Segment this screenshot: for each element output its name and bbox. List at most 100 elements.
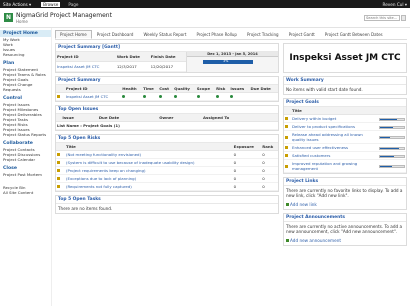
risk-exposure: 0: [232, 174, 262, 183]
goal-row[interactable]: Improved reputation and growing manageme…: [284, 159, 406, 173]
webpart-title[interactable]: Work Summary: [284, 77, 406, 85]
goal-title[interactable]: Improved reputation and growing manageme…: [291, 159, 378, 173]
webpart-title[interactable]: Top 5 Open Risks: [56, 135, 278, 143]
page-tab[interactable]: Project Tracking: [242, 30, 284, 39]
col-header: Cost: [158, 85, 174, 93]
nav-section-heading[interactable]: Close: [3, 166, 48, 171]
risks-webpart: Top 5 Open Risks Title Exposure Rank (Not m…: [55, 134, 279, 192]
risk-exposure: 0: [232, 182, 262, 191]
health-indicator: [122, 95, 126, 98]
add-announcement-label: Add new announcement: [290, 238, 341, 243]
risk-row[interactable]: (System is difficult to use because of i…: [56, 158, 278, 167]
webpart-title[interactable]: Top 5 Open Tasks: [56, 196, 278, 204]
page-tab[interactable]: Project Gantt: [284, 30, 320, 39]
project-link[interactable]: Inspeksi Asset JM CTC: [56, 61, 116, 73]
breadcrumb-home[interactable]: Home: [16, 19, 112, 24]
nav-item[interactable]: Project Calendar: [3, 157, 48, 162]
goal-row[interactable]: Delivery within budget: [284, 114, 406, 123]
search-input[interactable]: [364, 14, 400, 21]
links-webpart: Project Links There are currently no fav…: [283, 177, 407, 210]
webpart-title[interactable]: Project Goals: [284, 99, 406, 107]
search-box: [364, 14, 406, 21]
quality-indicator: [174, 95, 178, 98]
gantt-chart: Dec 1, 2013 - Jan 5, 2014 3%: [186, 52, 278, 72]
webpart-title[interactable]: Project Announcements: [284, 214, 406, 222]
col-header: Owner: [158, 114, 203, 122]
nav-project-home[interactable]: Project Home: [0, 30, 51, 37]
risk-row[interactable]: (Not meeting functionality envisioned) 0 0: [56, 150, 278, 159]
goal-title[interactable]: Release ahead addressing all known quali…: [291, 130, 378, 144]
project-name: Inspeksi Asset JM CTC: [289, 53, 401, 63]
issues-indicator: [230, 95, 234, 98]
col-header: Title: [64, 143, 233, 151]
page-tab[interactable]: Project Home: [55, 30, 92, 39]
site-logo-icon: N: [4, 13, 13, 22]
page-tab[interactable]: Weekly Status Report: [138, 30, 191, 39]
tab-browse[interactable]: Browse: [41, 1, 61, 7]
risk-title[interactable]: (Not meeting functionality envisioned): [64, 150, 233, 159]
add-announcement-button[interactable]: Add new announcement: [284, 236, 406, 245]
tab-page[interactable]: Page: [66, 2, 80, 7]
project-link[interactable]: Inspeksi Asset JM CTC: [64, 92, 122, 101]
nav-section-heading[interactable]: Collaborate: [3, 141, 48, 146]
page-tab[interactable]: Project Dashboard: [92, 30, 139, 39]
risk-title[interactable]: (Project requirements keep on changing): [64, 166, 233, 175]
finish-date: 12/20/2017: [149, 61, 186, 73]
goal-row[interactable]: Release ahead addressing all known quali…: [284, 130, 406, 144]
nav-item[interactable]: Project Change Requests: [3, 82, 48, 92]
page-tab[interactable]: Project Phase Rollup: [191, 30, 242, 39]
project-banner: Inspeksi Asset JM CTC: [283, 43, 407, 73]
warning-icon: [285, 164, 288, 168]
risk-row[interactable]: (Project requirements keep on changing) 0…: [56, 166, 278, 175]
risk-title[interactable]: (System is difficult to use because of i…: [64, 158, 233, 167]
risk-exposure: 0: [232, 158, 262, 167]
page-tab[interactable]: Project Gantt Between Dates: [320, 30, 388, 39]
nav-section-heading[interactable]: Control: [3, 96, 48, 101]
goal-title[interactable]: Satisfied customers: [291, 151, 378, 160]
goal-progress-bar: [379, 117, 405, 121]
goal-title[interactable]: Deliver to product specifications: [291, 122, 378, 131]
risk-title[interactable]: (Requirements not fully captured): [64, 182, 233, 191]
issue-group[interactable]: List Name : Project Goals (1): [56, 121, 278, 130]
summary-gantt-webpart: Project Summary [Gantt] Project ID Work D…: [55, 43, 279, 73]
gantt-bar[interactable]: 3%: [203, 59, 253, 64]
user-menu[interactable]: Reven Cul ▾: [382, 2, 407, 7]
nav-item[interactable]: Resourcing: [3, 52, 48, 57]
webpart-title[interactable]: Project Summary [Gantt]: [56, 44, 278, 52]
nav-footer-item[interactable]: All Site Content: [3, 190, 48, 195]
site-actions-menu[interactable]: Site Actions ▾: [3, 2, 31, 7]
add-link-button[interactable]: Add new link: [284, 200, 406, 209]
scope-indicator: [196, 95, 200, 98]
risk-rank: 0: [261, 158, 278, 167]
col-header: Project ID: [64, 85, 122, 93]
col-header: Scope: [195, 85, 216, 93]
empty-message: There are currently no active announceme…: [286, 224, 403, 234]
warning-icon: [285, 146, 288, 149]
goal-row[interactable]: Satisfied customers: [284, 151, 406, 160]
nav-section-heading[interactable]: Plan: [3, 61, 48, 66]
goal-progress-bar: [379, 165, 405, 168]
goal-progress-bar: [379, 125, 405, 129]
warning-icon: [57, 169, 60, 172]
nav-item[interactable]: Project Post Mortem: [3, 172, 48, 177]
goal-row[interactable]: Enhanced user effectiveness: [284, 143, 406, 152]
goal-title[interactable]: Delivery within budget: [291, 114, 378, 123]
search-icon[interactable]: [401, 14, 406, 21]
risk-row[interactable]: (Exceptions due to lack of planning) 0 0: [56, 174, 278, 183]
gantt-bar-label: 3%: [223, 59, 229, 63]
risk-row[interactable]: (Requirements not fully captured) 0 0: [56, 182, 278, 191]
goal-row[interactable]: Deliver to product specifications: [284, 122, 406, 131]
empty-message: There are no items found.: [58, 206, 113, 211]
col-header: Risk: [215, 85, 230, 93]
cost-indicator: [159, 95, 163, 98]
webpart-title[interactable]: Top Open Issues: [56, 106, 278, 114]
webpart-title[interactable]: Project Summary: [56, 77, 278, 85]
add-link-label: Add new link: [290, 202, 317, 207]
nav-item[interactable]: Project Status Reports: [3, 132, 48, 137]
warning-icon: [57, 185, 60, 188]
risk-title[interactable]: (Exceptions due to lack of planning): [64, 174, 233, 183]
risk-exposure: 0: [232, 150, 262, 159]
site-title[interactable]: NigmaGrid Project Management: [16, 12, 112, 19]
goal-title[interactable]: Enhanced user effectiveness: [291, 143, 378, 152]
webpart-title[interactable]: Project Links: [284, 178, 406, 186]
